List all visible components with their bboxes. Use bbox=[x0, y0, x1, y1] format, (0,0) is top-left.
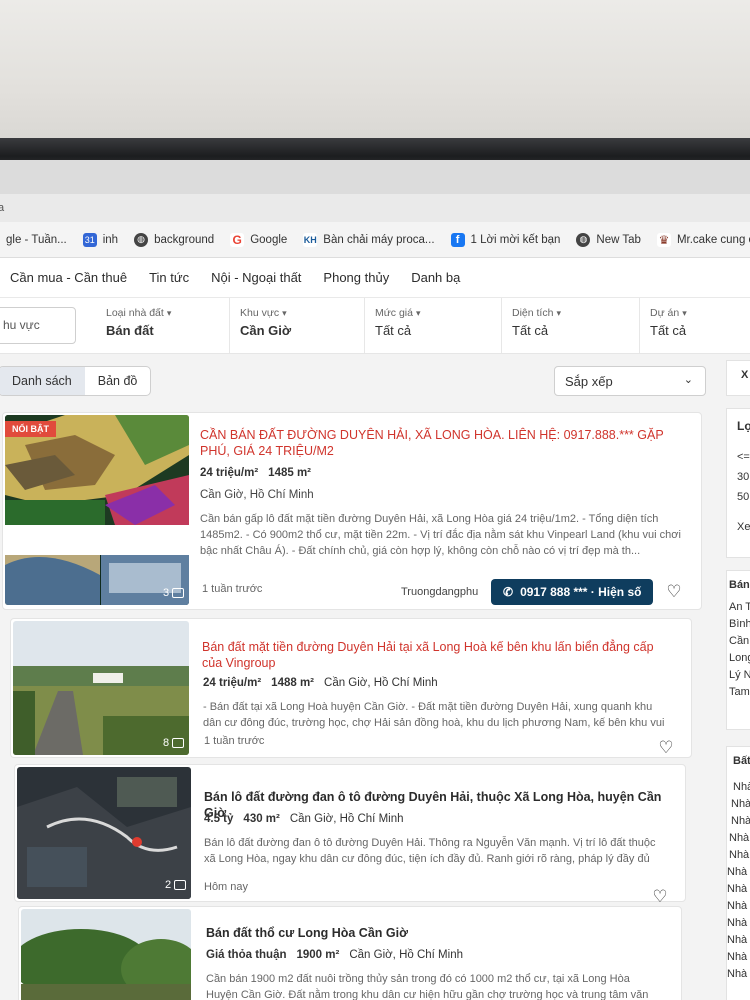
bookmark-item[interactable]: ◍ background bbox=[134, 232, 214, 247]
image-icon bbox=[172, 738, 185, 748]
nav-link[interactable]: Tin tức bbox=[149, 270, 189, 285]
tab-strip bbox=[0, 160, 750, 194]
area-search-input[interactable]: hu vực bbox=[0, 307, 76, 344]
bookmark-item[interactable]: Ggle - Tuần... bbox=[0, 233, 67, 247]
calendar-icon: 31 bbox=[82, 232, 97, 247]
image-icon bbox=[174, 880, 187, 890]
listing-description: Cần bán 1900 m2 đất nuôi trồng thủy sản … bbox=[206, 973, 649, 1000]
background-wall bbox=[0, 0, 750, 150]
phone-icon: ✆ bbox=[503, 585, 514, 599]
photo-count: 3 bbox=[163, 587, 185, 599]
right-panel-box: Lọ <= 30 50 Xer bbox=[726, 408, 750, 558]
right-panel-box: Bất đ Nhà đ Nhà đ Nhà đ Nhà đ Nhà đ Nhà … bbox=[726, 746, 750, 1000]
site-navigation: Cần mua - Cần thuê Tin tức Nội - Ngoại t… bbox=[0, 258, 750, 298]
photo-count: 2 bbox=[165, 879, 187, 891]
address-bar[interactable]: a bbox=[0, 194, 750, 222]
globe-icon: ◍ bbox=[134, 232, 149, 247]
photo-count: 8 bbox=[163, 737, 185, 749]
listing-title[interactable]: Bán đất thổ cư Long Hòa Cần Giờ bbox=[206, 925, 666, 941]
chevron-down-icon: ▾ bbox=[556, 308, 561, 318]
bookmarks-bar: Ggle - Tuần... 31inh ◍background GGoogle… bbox=[0, 222, 750, 258]
bookmark-item[interactable]: f1 Lời mời kết bạn bbox=[450, 232, 560, 247]
nav-link[interactable]: Danh bạ bbox=[411, 270, 460, 285]
listing-description: Bán lô đất đường đan ô tô đường Duyên Hả… bbox=[204, 837, 656, 865]
filter-area[interactable]: Khu vực ▾ Cần Giờ bbox=[229, 298, 364, 353]
bookmark-item[interactable]: G Google bbox=[230, 232, 287, 247]
nav-link[interactable]: Nội - Ngoại thất bbox=[211, 270, 301, 285]
listing-time: Hôm nay bbox=[204, 881, 249, 893]
chevron-down-icon: ▾ bbox=[415, 308, 421, 318]
listing-title[interactable]: Bán đất mặt tiền đường Duyên Hải tại xã … bbox=[202, 639, 672, 671]
filter-project[interactable]: Dự án ▾ Tất cả bbox=[639, 298, 749, 353]
url-text: a bbox=[0, 202, 5, 214]
favorite-heart-icon[interactable]: ♡ bbox=[657, 739, 675, 756]
listing-description: Cần bán gấp lô đất mặt tiền đường Duyên … bbox=[200, 513, 681, 557]
listing-photo[interactable]: 2 bbox=[17, 767, 191, 899]
listing-meta: 4.5 tỷ 430 m² Cần Giờ, Hồ Chí Minh bbox=[204, 813, 404, 825]
listing-meta: 24 triệu/m² 1485 m² bbox=[200, 467, 312, 479]
filter-size[interactable]: Diện tích ▾ Tất cả bbox=[501, 298, 639, 353]
listing-description: - Bán đất tại xã Long Hoà huyện Cần Giờ.… bbox=[203, 701, 665, 729]
listing-card[interactable]: 8 Bán đất mặt tiền đường Duyên Hải tại x… bbox=[10, 618, 692, 758]
chevron-down-icon: ▾ bbox=[166, 308, 172, 318]
nav-link[interactable]: Cần mua - Cần thuê bbox=[10, 270, 127, 285]
chevron-down-icon: ▾ bbox=[682, 308, 687, 318]
bookmark-item[interactable]: ♛Mr.cake cung cấp c... bbox=[656, 232, 750, 247]
sort-select[interactable]: Sắp xếp ⌄ bbox=[554, 366, 706, 396]
listing-meta: 24 triệu/m² 1488 m² Cần Giờ, Hồ Chí Minh bbox=[203, 677, 438, 689]
image-icon bbox=[172, 588, 185, 598]
bookmark-item[interactable]: 31 inh bbox=[82, 232, 118, 247]
filter-type[interactable]: Loại nhà đất ▾ Bán đất bbox=[96, 298, 229, 353]
tab-map-view[interactable]: Bản đồ bbox=[85, 367, 151, 395]
listing-time: 1 tuần trước bbox=[204, 735, 265, 747]
bookmark-item[interactable]: ◍ New Tab bbox=[576, 232, 641, 247]
view-switch: Danh sách Bản đồ bbox=[0, 366, 152, 396]
close-text: X bbox=[741, 369, 749, 381]
land-photo-image bbox=[13, 621, 189, 755]
favorite-heart-icon[interactable]: ♡ bbox=[665, 583, 683, 600]
land-photo-image bbox=[21, 909, 191, 1000]
site-plan-image bbox=[5, 415, 189, 605]
bookmark-item[interactable]: KH Bàn chải máy proca... bbox=[303, 232, 435, 247]
cake-icon: ♛ bbox=[656, 232, 671, 247]
featured-badge: NỔI BẬT bbox=[5, 421, 56, 437]
facebook-icon: f bbox=[450, 232, 465, 247]
favorite-heart-icon[interactable]: ♡ bbox=[651, 888, 669, 905]
listing-meta: Giá thỏa thuận 1900 m² Cần Giờ, Hồ Chí Min… bbox=[206, 949, 463, 961]
filter-price[interactable]: Mức giá ▾ Tất cả bbox=[364, 298, 501, 353]
listing-photo[interactable] bbox=[21, 909, 191, 1000]
listing-card[interactable]: NỔI BẬT 3 CẦN BÁN ĐẤT ĐƯỜNG DUYÊN HẢI, X… bbox=[2, 412, 702, 610]
listing-time: 1 tuần trước bbox=[202, 583, 263, 595]
right-panel-box: Bán An T Bình Cần Long Lý Nh Tam bbox=[726, 570, 750, 730]
nav-link[interactable]: Phong thủy bbox=[323, 270, 389, 285]
listing-card[interactable]: Bán đất thổ cư Long Hòa Cần Giờ Giá thỏa… bbox=[18, 906, 682, 1000]
listing-photo[interactable]: 8 bbox=[13, 621, 189, 755]
show-phone-button[interactable]: ✆ 0917 888 *** · Hiện số bbox=[491, 579, 654, 605]
browser-screen: a Ggle - Tuần... 31inh ◍background GGoog… bbox=[0, 160, 750, 1000]
chevron-down-icon: ⌄ bbox=[683, 374, 693, 386]
view-toolbar: Danh sách Bản đồ Sắp xếp ⌄ bbox=[0, 354, 750, 404]
listing-location: Cần Giờ, Hồ Chí Minh bbox=[200, 489, 314, 501]
filter-bar: hu vực Loại nhà đất ▾ Bán đất Khu vực ▾ Cầ… bbox=[0, 298, 750, 354]
tab-list-view[interactable]: Danh sách bbox=[0, 367, 85, 395]
google-g-icon: G bbox=[230, 232, 245, 247]
listing-author[interactable]: Truongdangphu bbox=[401, 586, 478, 598]
listing-photo[interactable]: NỔI BẬT 3 bbox=[5, 415, 189, 605]
kh-icon: KH bbox=[303, 232, 318, 247]
listing-title[interactable]: CẦN BÁN ĐẤT ĐƯỜNG DUYÊN HẢI, XÃ LONG HÒA… bbox=[200, 427, 690, 459]
chevron-down-icon: ▾ bbox=[282, 308, 287, 318]
listing-card[interactable]: 2 Bán lô đất đường đan ô tô đường Duyên … bbox=[14, 764, 686, 905]
globe-icon: ◍ bbox=[576, 232, 591, 247]
right-panel-close[interactable]: X bbox=[726, 360, 750, 396]
